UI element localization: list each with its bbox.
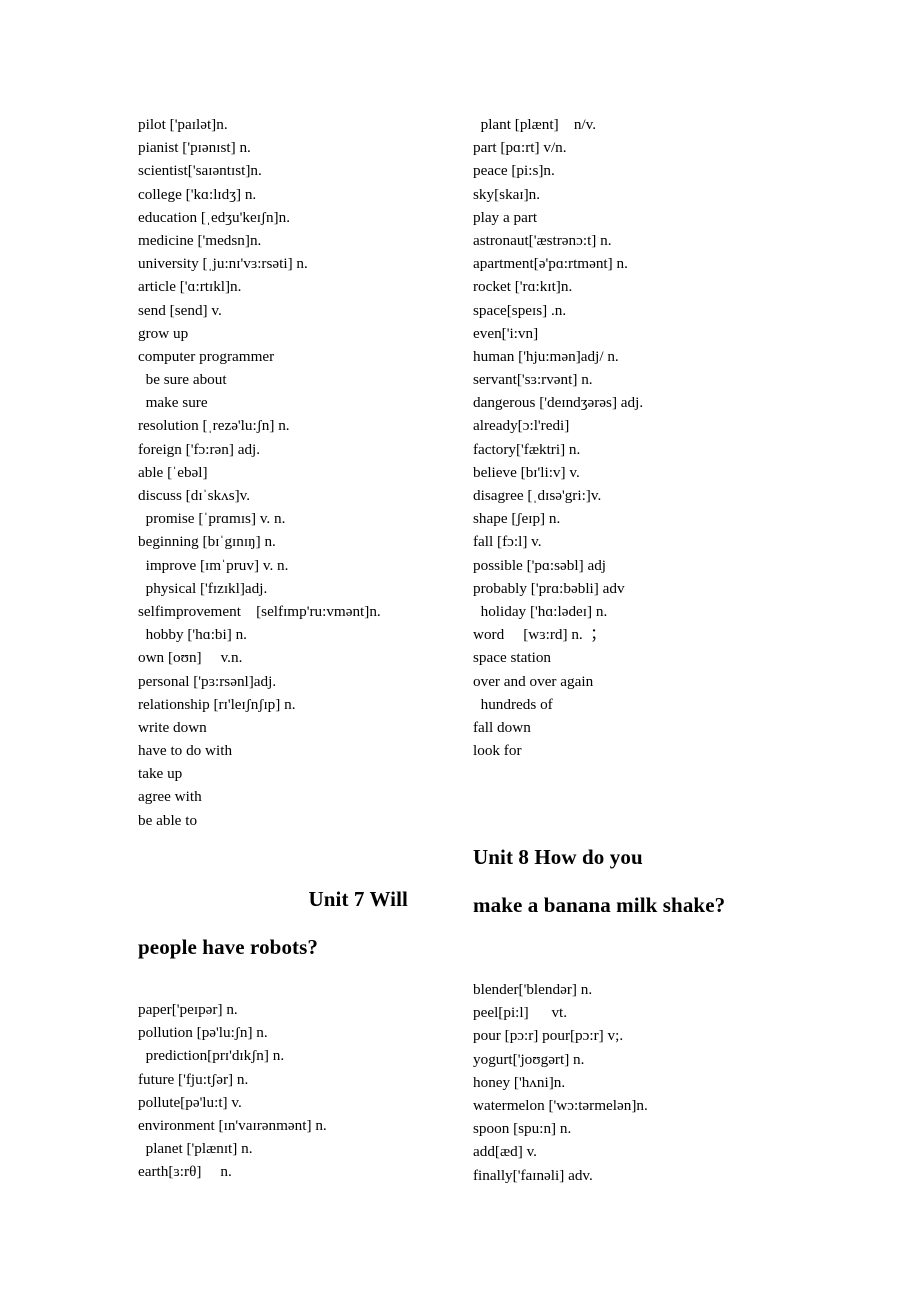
word-entry: shape [ʃeɪp] n.: [473, 510, 561, 528]
word-entry: promise [ˈprɑmɪs] v. n.: [138, 510, 286, 528]
word-entry: college ['kɑ:lɪdʒ] n.: [138, 185, 257, 203]
word-entry: peel[pi:l] vt.: [473, 1004, 568, 1022]
word-entry: watermelon ['wɔ:tərmelən]n.: [473, 1096, 648, 1114]
word-entry: blender['blendər] n.: [473, 981, 593, 998]
word-entry: personal ['pɜ:rsənl]adj.: [138, 672, 277, 690]
word-list-right-bottom: blender['blendər] n. peel[pi:l] vt. pour […: [473, 978, 813, 1187]
word-entry: even['i:vn]: [473, 324, 539, 342]
word-entry: space[speɪs] .n.: [473, 301, 567, 319]
word-entry: write down: [138, 718, 207, 736]
word-entry: factory['fæktri] n.: [473, 440, 581, 458]
unit-7-heading-line-1: Unit 7 Will: [308, 887, 408, 911]
word-entry: able [ˈebəl]: [138, 463, 208, 481]
word-entry: future ['fju:tʃər] n.: [138, 1070, 249, 1088]
word-entry: astronaut['æstrənɔ:t] n.: [473, 231, 612, 249]
word-entry: space station: [473, 649, 552, 667]
word-entry: human ['hju:mən]adj/ n.: [473, 347, 619, 365]
unit-8-heading-line-2: make a banana milk shake?: [473, 893, 726, 917]
word-entry: fall down: [473, 718, 531, 736]
word-entry: scientist['saɪəntɪst]n.: [138, 162, 262, 180]
word-entry: yogurt['joʊgərt] n.: [473, 1050, 585, 1068]
word-entry: already[ɔ:l'redi]: [473, 417, 570, 435]
word-entry: medicine ['medsn]n.: [138, 231, 262, 249]
word-entry: relationship [rɪ'leɪʃnʃɪp] n.: [138, 695, 296, 713]
word-entry: servant['sɜ:rvənt] n.: [473, 371, 593, 389]
word-list-left-bottom: paper['peɪpər] n. pollution [pə'lu:ʃn] n.…: [138, 998, 468, 1184]
word-entry: discuss [dɪˈskʌs]v.: [138, 487, 251, 504]
word-entry: rocket ['rɑ:kɪt]n.: [473, 278, 573, 296]
word-entry: pilot ['paɪlət]n.: [138, 116, 228, 133]
word-entry: environment [ɪn'vaɪrənmənt] n.: [138, 1116, 327, 1134]
word-entry: honey ['hʌni]n.: [473, 1073, 566, 1091]
word-entry: send [send] v.: [138, 301, 222, 319]
word-entry: pour [pɔ:r] pour[pɔ:r] v;.: [473, 1027, 624, 1045]
word-entry: spoon [spu:n] n.: [473, 1120, 572, 1138]
word-entry: pollute[pə'lu:t] v.: [138, 1093, 242, 1111]
word-entry: grow up: [138, 324, 189, 342]
word-entry: peace [pi:s]n.: [473, 162, 555, 180]
word-entry: earth[ɜ:rθ] n.: [138, 1163, 232, 1181]
word-entry: hobby ['hɑ:bi] n.: [138, 626, 247, 644]
word-entry: play a part: [473, 208, 538, 226]
word-entry: pollution [pə'lu:ʃn] n.: [138, 1024, 268, 1042]
unit-7-heading-line-2: people have robots?: [138, 935, 319, 959]
word-entry: beginning [bɪˈgɪnɪŋ] n.: [138, 533, 276, 551]
word-entry: resolution [ˌrezə'lu:ʃn] n.: [138, 417, 290, 435]
word-entry: add[æd] v.: [473, 1143, 537, 1161]
word-entry: improve [ɪmˈpruv] v. n.: [138, 556, 289, 574]
word-entry: take up: [138, 765, 183, 783]
word-entry: believe [bɪ'li:v] v.: [473, 463, 580, 481]
word-entry: education [ˌedʒu'keɪʃn]n.: [138, 208, 291, 226]
unit-8-heading-line-1: Unit 8 How do you: [473, 845, 643, 869]
word-entry: holiday ['hɑ:lədeɪ] n.: [473, 602, 608, 620]
word-entry: computer programmer: [138, 347, 275, 365]
word-entry: planet ['plænɪt] n.: [138, 1140, 253, 1158]
word-entry: probably ['prɑ:bəbli] adv: [473, 579, 625, 597]
word-entry: agree with: [138, 788, 202, 806]
word-entry: dangerous ['deɪndʒərəs] adj.: [473, 394, 644, 412]
word-entry: over and over again: [473, 672, 594, 690]
word-entry: word [wɜ:rd] n. ；: [473, 626, 606, 644]
word-entry: plant [plænt] n/v.: [473, 116, 597, 133]
word-entry: foreign ['fɔ:rən] adj.: [138, 440, 261, 458]
word-entry: article ['ɑ:rtɪkl]n.: [138, 278, 242, 296]
word-entry: look for: [473, 742, 522, 760]
word-entry: have to do with: [138, 742, 233, 760]
word-entry: pianist ['pɪənɪst] n.: [138, 139, 251, 157]
word-entry: own [oʊn] v.n.: [138, 649, 243, 667]
word-entry: finally['faɪnəli] adv.: [473, 1166, 593, 1184]
word-entry: paper['peɪpər] n.: [138, 1001, 238, 1018]
word-entry: be able to: [138, 811, 198, 829]
word-entry: make sure: [138, 394, 208, 412]
document-page: pilot ['paɪlət]n. pianist ['pɪənɪst] n. sc…: [0, 0, 920, 1302]
word-entry: possible ['pɑ:səbl] adj: [473, 556, 607, 574]
word-entry: be sure about: [138, 371, 227, 389]
word-entry: selfimprovement [selfɪmp'ru:vmənt]n.: [138, 602, 381, 620]
word-entry: university [ˌju:nɪ'vɜ:rsəti] n.: [138, 255, 308, 273]
word-list-right-top: plant [plænt] n/v. part [pɑ:rt] v/n. peace…: [473, 113, 813, 762]
word-entry: fall [fɔ:l] v.: [473, 533, 542, 551]
word-list-left-top: pilot ['paɪlət]n. pianist ['pɪənɪst] n. sc…: [138, 113, 468, 832]
word-entry: sky[skaɪ]n.: [473, 185, 541, 203]
word-entry: apartment[ə'pɑ:rtmənt] n.: [473, 255, 628, 273]
word-entry: hundreds of: [473, 695, 553, 713]
word-entry: part [pɑ:rt] v/n.: [473, 139, 567, 157]
word-entry: disagree [ˌdɪsə'gri:]v.: [473, 487, 602, 504]
word-entry: physical ['fɪzɪkl]adj.: [138, 579, 268, 597]
word-entry: prediction[prɪ'dɪkʃn] n.: [138, 1047, 285, 1065]
